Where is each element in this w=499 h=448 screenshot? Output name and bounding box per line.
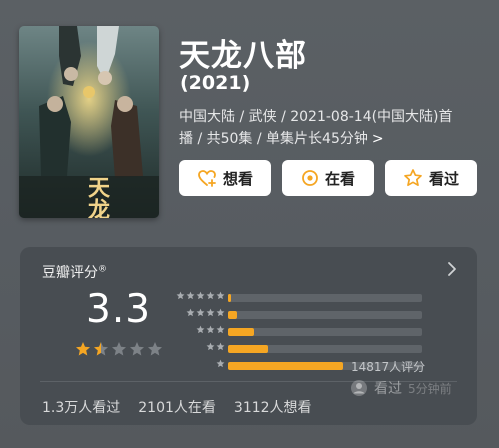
rating-bar-fill <box>228 294 231 302</box>
row-star-icon <box>206 308 215 317</box>
registered-mark: ® <box>98 264 107 275</box>
rating-row-track <box>228 294 422 302</box>
avatar-icon <box>351 380 367 396</box>
rating-count: 14817人评分 <box>351 360 426 374</box>
star-outline-icon <box>404 169 422 187</box>
main-star-icon <box>76 342 90 356</box>
chevron-right-icon[interactable] <box>447 261 457 277</box>
main-star-icon <box>148 342 162 356</box>
rating-row-3-star <box>172 325 432 337</box>
rating-row-track <box>228 328 422 336</box>
row-star-icon <box>206 291 215 300</box>
watching-button[interactable]: 在看 <box>282 160 374 196</box>
rating-row-2-star <box>172 342 432 354</box>
poster-image[interactable]: 天龙八部 <box>19 26 159 218</box>
meta-line-1: 中国大陆 / 武侠 / 2021-08-14(中国大陆)首 <box>179 109 453 125</box>
rating-row-4-star <box>172 308 432 320</box>
row-star-icon <box>186 291 195 300</box>
row-star-icon <box>206 342 215 351</box>
rating-bar-fill <box>228 345 268 353</box>
rating-stars <box>75 341 163 357</box>
main-star-icon <box>130 342 144 356</box>
main-star-icon <box>112 342 126 356</box>
watermark-extra: 5分钟前 <box>408 381 452 396</box>
want-count: 3112人想看 <box>233 400 312 416</box>
show-meta-info[interactable]: 中国大陆 / 武侠 / 2021-08-14(中国大陆)首 播 / 共50集 /… <box>179 106 479 150</box>
target-circle-icon <box>302 170 318 186</box>
row-star-icon <box>216 308 225 317</box>
rating-row-track <box>228 345 422 353</box>
douban-rating-card[interactable]: 豆瓣评分® 3.3 14817人评分 1.3万人看过 2101人在看 3112人… <box>20 247 477 425</box>
watermark-label: 看过 <box>374 381 402 397</box>
rating-row-stars <box>186 308 225 317</box>
want-to-watch-label: 想看 <box>222 169 253 188</box>
rating-bar-fill <box>228 311 237 319</box>
row-star-icon <box>216 291 225 300</box>
watched-count: 1.3万人看过 <box>42 400 121 416</box>
chevron-right-icon: > <box>371 131 384 147</box>
rating-score: 3.3 <box>86 287 152 332</box>
poster-title-text: 天龙八部 <box>84 176 110 218</box>
watching-count: 2101人在看 <box>138 400 216 416</box>
row-star-icon <box>196 308 205 317</box>
row-star-icon <box>186 308 195 317</box>
watching-label: 在看 <box>324 169 355 188</box>
watermark: 看过 5分钟前 <box>350 378 452 398</box>
row-star-icon <box>216 359 225 368</box>
audience-stats: 1.3万人看过 2101人在看 3112人想看 <box>42 397 312 417</box>
rating-row-stars <box>206 342 225 351</box>
row-star-icon <box>196 291 205 300</box>
row-star-icon <box>206 325 215 334</box>
watched-label: 看过 <box>428 169 459 188</box>
watched-button[interactable]: 看过 <box>385 160 477 196</box>
page-title: 天龙八部 <box>179 38 307 74</box>
row-star-icon <box>216 342 225 351</box>
row-star-icon <box>216 325 225 334</box>
release-year: (2021) <box>180 72 251 94</box>
rating-heading: 豆瓣评分® <box>42 264 107 281</box>
want-to-watch-button[interactable]: 想看 <box>179 160 271 196</box>
rating-row-5-star <box>172 291 432 303</box>
rating-row-stars <box>196 325 225 334</box>
rating-row-stars <box>216 359 225 368</box>
rating-bar-fill <box>228 328 255 336</box>
rating-row-track <box>228 311 422 319</box>
main-star-icon <box>94 342 108 356</box>
meta-line-2: 播 / 共50集 / 单集片长45分钟 <box>179 131 368 147</box>
rating-row-stars <box>176 291 225 300</box>
row-star-icon <box>196 325 205 334</box>
rating-bar-fill <box>228 362 344 370</box>
row-star-icon <box>176 291 185 300</box>
heart-plus-icon <box>198 170 216 187</box>
